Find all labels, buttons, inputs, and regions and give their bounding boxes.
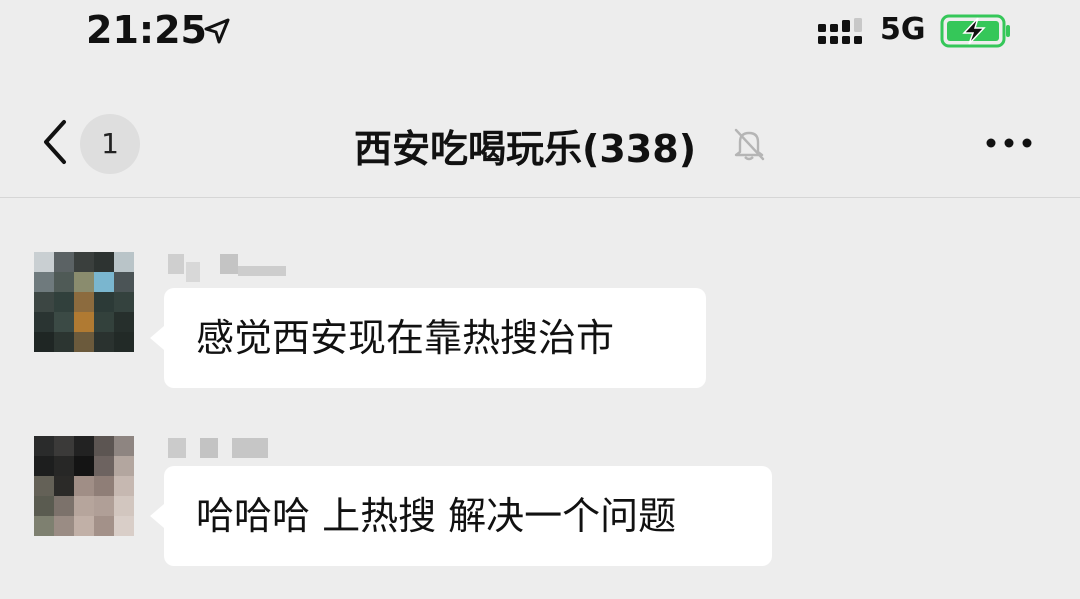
network-type: 5G <box>880 12 926 47</box>
chat-header: 1 西安吃喝玩乐(338) <box>0 90 1080 198</box>
message-bubble[interactable]: 感觉西安现在靠热搜治市 <box>150 288 706 388</box>
back-button[interactable] <box>36 112 76 172</box>
status-bar: 21:25 5G <box>0 0 1080 64</box>
signal-icon <box>818 18 862 44</box>
message-bubble[interactable]: 哈哈哈 上热搜 解决一个问题 <box>150 466 772 566</box>
status-time: 21:25 <box>86 8 207 52</box>
sender-name-redacted <box>168 438 278 460</box>
unread-count-badge[interactable]: 1 <box>80 114 140 174</box>
battery-charging-icon <box>940 14 1010 48</box>
sender-name-redacted <box>168 254 288 282</box>
chat-screen: 21:25 5G 1 西安吃喝玩乐(338) 感觉西安现在靠热搜治市 哈哈哈 上… <box>0 0 1080 599</box>
location-arrow-icon <box>204 18 230 44</box>
bell-muted-icon <box>734 128 765 161</box>
more-options-button[interactable] <box>984 128 1034 158</box>
avatar[interactable] <box>34 436 134 536</box>
chat-title: 西安吃喝玩乐(338) <box>354 127 697 171</box>
avatar[interactable] <box>34 252 134 352</box>
